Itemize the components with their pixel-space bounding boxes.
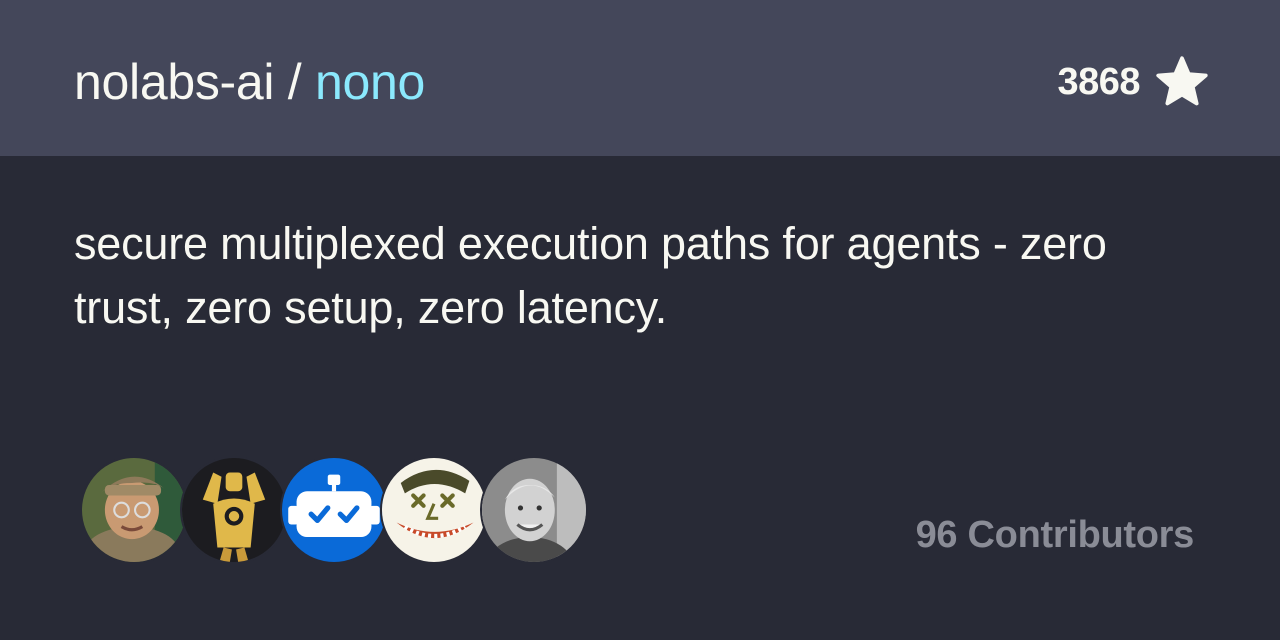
avatar-illustration-knight[interactable] bbox=[180, 456, 288, 564]
repo-card: nolabs-ai / nono 3868 secure multiplexed… bbox=[0, 0, 1280, 640]
repo-name[interactable]: nono bbox=[315, 54, 425, 110]
repo-title[interactable]: nolabs-ai / nono bbox=[74, 50, 425, 114]
avatar-illustration-knight-icon bbox=[182, 458, 286, 562]
avatar-photo-person-hat-icon bbox=[82, 458, 186, 562]
avatar-bot-icon bbox=[282, 458, 386, 562]
repo-separator: / bbox=[274, 54, 315, 110]
avatar-cartoon-face-icon bbox=[382, 458, 486, 562]
avatar-photo-person-hat[interactable] bbox=[80, 456, 188, 564]
card-header: nolabs-ai / nono 3868 bbox=[0, 0, 1280, 156]
star-icon bbox=[1156, 56, 1208, 106]
repo-description: secure multiplexed execution paths for a… bbox=[74, 218, 1107, 333]
contributors-count[interactable]: 96 Contributors bbox=[916, 514, 1195, 557]
avatar-photo-person[interactable] bbox=[480, 456, 588, 564]
star-count: 3868 bbox=[1057, 60, 1140, 103]
avatar-cartoon-face[interactable] bbox=[380, 456, 488, 564]
avatar-bot[interactable] bbox=[280, 456, 388, 564]
star-counter[interactable]: 3868 bbox=[1057, 52, 1210, 112]
repo-owner[interactable]: nolabs-ai bbox=[74, 54, 275, 110]
avatar-photo-person-icon bbox=[482, 458, 586, 562]
contributor-avatars bbox=[80, 456, 588, 564]
